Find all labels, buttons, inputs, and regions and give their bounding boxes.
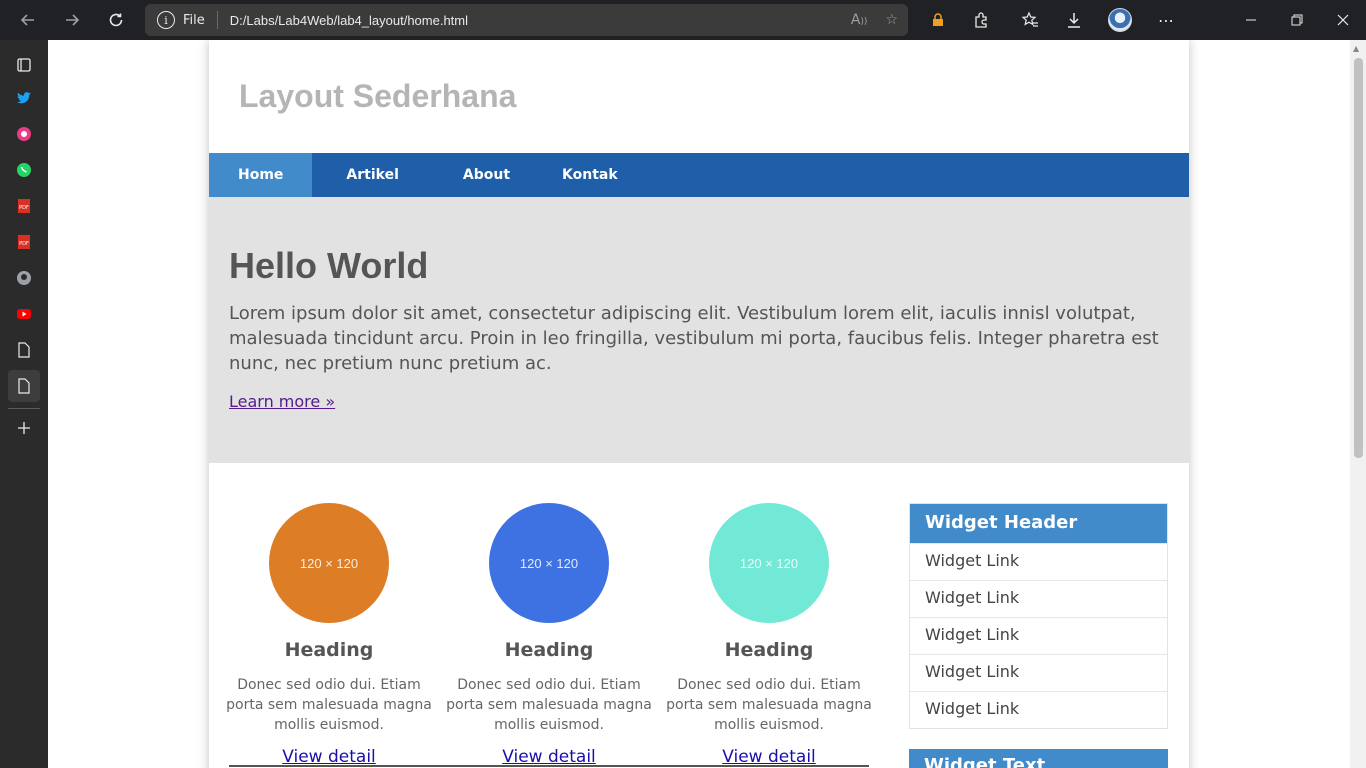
widget-link[interactable]: Widget Link bbox=[910, 580, 1167, 617]
extension-lock-icon[interactable] bbox=[918, 0, 958, 40]
view-detail-link[interactable]: View detail bbox=[502, 747, 596, 767]
add-icon[interactable] bbox=[8, 412, 40, 444]
url-text[interactable]: D:/Labs/Lab4Web/lab4_layout/home.html bbox=[230, 13, 468, 28]
content-divider bbox=[229, 765, 869, 767]
extensions-icon[interactable] bbox=[961, 0, 1001, 40]
browser-sidebar: PDF PDF bbox=[0, 40, 48, 768]
widget-header: Widget Header bbox=[910, 504, 1167, 543]
tab-actions-icon[interactable] bbox=[8, 49, 40, 81]
messenger-icon[interactable] bbox=[8, 118, 40, 150]
learn-more-link[interactable]: Learn more » bbox=[229, 392, 335, 411]
address-separator bbox=[216, 11, 218, 29]
column-text: Donec sed odio dui. Etiam porta sem male… bbox=[226, 677, 432, 733]
file-scheme-label: File bbox=[183, 12, 205, 28]
column-text: Donec sed odio dui. Etiam porta sem male… bbox=[666, 677, 872, 733]
scroll-up-icon[interactable]: ▲ bbox=[1353, 44, 1359, 53]
back-icon[interactable] bbox=[6, 0, 50, 40]
twitter-icon[interactable] bbox=[8, 82, 40, 114]
read-aloud-icon[interactable]: A)) bbox=[851, 12, 868, 28]
forward-icon[interactable] bbox=[50, 0, 94, 40]
add-favorite-icon[interactable]: ☆ bbox=[885, 12, 898, 28]
feature-column-3: 120 × 120 Heading Donec sed odio dui. Et… bbox=[659, 503, 879, 767]
sidebar-divider bbox=[8, 408, 40, 409]
pdf-icon-2[interactable]: PDF bbox=[8, 226, 40, 258]
address-bar[interactable]: i File D:/Labs/Lab4Web/lab4_layout/home.… bbox=[145, 4, 908, 36]
page-viewport: Layout Sederhana Home Artikel About Kont… bbox=[48, 40, 1350, 768]
sidebar-widget: Widget Header Widget Link Widget Link Wi… bbox=[909, 503, 1168, 729]
whatsapp-icon[interactable] bbox=[8, 154, 40, 186]
nav-artikel[interactable]: Artikel bbox=[312, 153, 430, 197]
widget-link[interactable]: Widget Link bbox=[910, 691, 1167, 728]
column-text: Donec sed odio dui. Etiam porta sem male… bbox=[446, 677, 652, 733]
placeholder-image: 120 × 120 bbox=[489, 503, 609, 623]
column-heading: Heading bbox=[504, 639, 594, 661]
downloads-icon[interactable] bbox=[1054, 0, 1094, 40]
browser-toolbar: i File D:/Labs/Lab4Web/lab4_layout/home.… bbox=[0, 0, 1366, 40]
placeholder-image: 120 × 120 bbox=[269, 503, 389, 623]
restore-icon[interactable] bbox=[1277, 0, 1317, 40]
favorites-icon[interactable] bbox=[1010, 0, 1050, 40]
column-heading: Heading bbox=[284, 639, 374, 661]
placeholder-image: 120 × 120 bbox=[709, 503, 829, 623]
more-menu-icon[interactable]: ⋯ bbox=[1146, 0, 1186, 40]
widget-link[interactable]: Widget Link bbox=[910, 654, 1167, 691]
nav-kontak[interactable]: Kontak bbox=[542, 153, 638, 197]
hero-section: Hello World Lorem ipsum dolor sit amet, … bbox=[209, 197, 1189, 463]
minimize-icon[interactable] bbox=[1231, 0, 1271, 40]
document-icon[interactable] bbox=[8, 334, 40, 366]
scroll-thumb[interactable] bbox=[1354, 58, 1363, 458]
document-icon-selected[interactable] bbox=[8, 370, 40, 402]
widget-link[interactable]: Widget Link bbox=[910, 617, 1167, 654]
column-heading: Heading bbox=[724, 639, 814, 661]
svg-text:PDF: PDF bbox=[19, 241, 29, 247]
hero-text: Lorem ipsum dolor sit amet, consectetur … bbox=[229, 303, 1159, 374]
site-title: Layout Sederhana bbox=[239, 78, 517, 114]
view-detail-link[interactable]: View detail bbox=[282, 747, 376, 767]
nav-about[interactable]: About bbox=[431, 153, 542, 197]
close-icon[interactable] bbox=[1323, 0, 1363, 40]
nav-home[interactable]: Home bbox=[209, 153, 313, 197]
youtube-icon[interactable] bbox=[8, 298, 40, 330]
svg-text:PDF: PDF bbox=[19, 205, 29, 211]
view-detail-link[interactable]: View detail bbox=[722, 747, 816, 767]
main-nav: Home Artikel About Kontak bbox=[209, 153, 1189, 197]
page-scrollbar[interactable]: ▲ bbox=[1350, 40, 1366, 768]
page-container: Layout Sederhana Home Artikel About Kont… bbox=[209, 40, 1189, 768]
profile-avatar[interactable] bbox=[1100, 0, 1140, 40]
info-icon[interactable]: i bbox=[157, 11, 175, 29]
pdf-icon[interactable]: PDF bbox=[8, 190, 40, 222]
refresh-icon[interactable] bbox=[94, 0, 138, 40]
hero-heading: Hello World bbox=[229, 245, 429, 286]
feature-column-2: 120 × 120 Heading Donec sed odio dui. Et… bbox=[439, 503, 659, 767]
feature-column-1: 120 × 120 Heading Donec sed odio dui. Et… bbox=[219, 503, 439, 767]
site-header: Layout Sederhana bbox=[209, 40, 1189, 153]
widget-text-header: Widget Text bbox=[909, 749, 1168, 768]
widget-link[interactable]: Widget Link bbox=[910, 543, 1167, 580]
github-icon[interactable] bbox=[8, 262, 40, 294]
